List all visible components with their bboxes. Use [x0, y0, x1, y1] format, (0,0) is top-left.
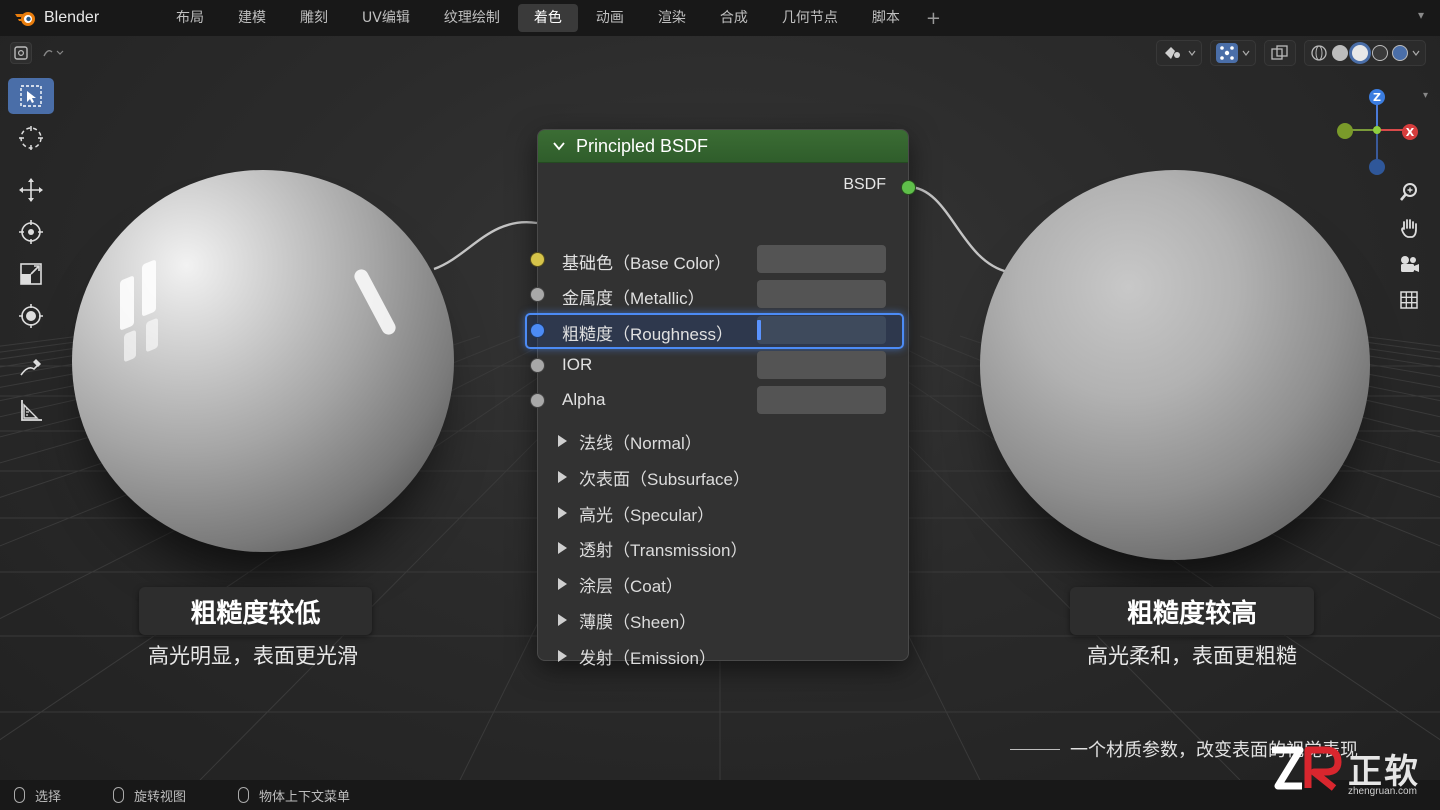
input-label: 金属度（Metallic） [562, 289, 705, 308]
input-socket[interactable] [530, 358, 545, 373]
input-label: Alpha [562, 390, 606, 409]
watermark-url: zhengruan.com [1348, 786, 1417, 797]
tagline-dash [1010, 748, 1060, 750]
input-value-field[interactable] [757, 316, 886, 344]
workspace-tab[interactable]: 布局 [160, 4, 220, 32]
panel-label: 涂层（Coat） [579, 576, 683, 596]
text-cursor [757, 320, 761, 340]
principled-bsdf-node[interactable]: Principled BSDF BSDF 基础色（Base Color） 金属度（… [525, 129, 916, 668]
workspace-tab[interactable]: 建模 [222, 4, 282, 32]
top-bar: Blender 布局 建模 雕刻 UV编辑 纹理绘制 着色 动画 渲染 合成 几何节点 脚本 + ▾ [0, 0, 1440, 36]
collapse-chevron-icon[interactable] [552, 141, 566, 151]
mouse-right-icon [238, 787, 250, 803]
caption-high-roughness: 粗糙度较高 [1070, 587, 1314, 635]
workspace-tab[interactable]: UV编辑 [346, 4, 426, 32]
output-bsdf-label: BSDF [843, 176, 886, 193]
input-value-field[interactable] [757, 280, 886, 308]
node-input-row[interactable]: 基础色（Base Color） [530, 245, 910, 275]
mouse-left-icon [14, 787, 25, 803]
workspace-tab[interactable]: 渲染 [642, 4, 702, 32]
input-socket[interactable] [530, 393, 545, 408]
expand-triangle-icon [558, 471, 567, 483]
rough-sphere[interactable] [980, 170, 1370, 560]
mouse-middle-icon [113, 787, 125, 803]
add-workspace-button[interactable]: + [918, 8, 949, 29]
caption-low-roughness: 粗糙度较低 [139, 587, 372, 635]
panel-label: 透射（Transmission） [579, 540, 748, 560]
output-bsdf-socket[interactable] [901, 180, 916, 195]
input-label: IOR [562, 355, 593, 374]
node-panel-toggle[interactable]: 透射（Transmission） [558, 534, 747, 562]
status-rotate-view: 旋转视图 [113, 786, 186, 805]
expand-triangle-icon [558, 542, 567, 554]
blender-logo-icon [15, 12, 35, 26]
panel-label: 次表面（Subsurface） [579, 469, 750, 489]
panel-label: 高光（Specular） [579, 505, 715, 525]
window-reflection [120, 275, 134, 331]
panel-label: 薄膜（Sheen） [579, 612, 697, 632]
app-name: Blender [44, 9, 100, 26]
watermark-logo: 正软 zhengruan.com [1268, 742, 1438, 804]
node-panel-toggle[interactable]: 涂层（Coat） [558, 570, 683, 598]
node-input-row[interactable]: IOR [530, 351, 910, 381]
panel-label: 法线（Normal） [579, 433, 702, 453]
node-input-row[interactable]: Alpha [530, 386, 910, 416]
status-bar: 选择 旋转视图 物体上下文菜单 [0, 780, 1440, 810]
zr-logo-icon [1272, 746, 1342, 791]
workspace-tab[interactable]: 动画 [580, 4, 640, 32]
node-panel-toggle[interactable]: 法线（Normal） [558, 427, 702, 455]
chevron-down-icon[interactable]: ▾ [1418, 8, 1424, 22]
expand-triangle-icon [558, 435, 567, 447]
window-reflection [142, 259, 156, 317]
highlight-reflection [351, 266, 399, 338]
node-panel-toggle[interactable]: 次表面（Subsurface） [558, 463, 750, 491]
status-context-menu: 物体上下文菜单 [238, 786, 350, 805]
status-select: 选择 [14, 786, 61, 805]
workspace-tab[interactable]: 合成 [704, 4, 764, 32]
input-value-field[interactable] [757, 245, 886, 273]
expand-triangle-icon [558, 614, 567, 626]
input-socket[interactable] [530, 323, 545, 338]
window-reflection [146, 317, 158, 353]
expand-triangle-icon [558, 507, 567, 519]
workspace-tab[interactable]: 雕刻 [284, 4, 344, 32]
expand-triangle-icon [558, 578, 567, 590]
app-brand[interactable]: Blender [0, 8, 160, 28]
node-title: Principled BSDF [576, 135, 709, 156]
node-panel-toggle[interactable]: 薄膜（Sheen） [558, 606, 696, 634]
node-input-row[interactable]: 金属度（Metallic） [530, 280, 910, 310]
workspace-tabs: 布局 建模 雕刻 UV编辑 纹理绘制 着色 动画 渲染 合成 几何节点 脚本 [160, 0, 918, 36]
panel-label: 发射（Emission） [579, 648, 716, 668]
caption-high-roughness-subtitle: 高光柔和，表面更粗糙 [1087, 644, 1297, 668]
window-reflection [124, 329, 136, 363]
workspace-tab[interactable]: 着色 [517, 4, 578, 32]
workspace-tab[interactable]: 纹理绘制 [428, 4, 516, 32]
workspace-tab[interactable]: 几何节点 [766, 4, 854, 32]
caption-low-roughness-subtitle: 高光明显，表面更光滑 [148, 644, 358, 668]
input-socket[interactable] [530, 252, 545, 267]
expand-triangle-icon [558, 650, 567, 662]
input-socket[interactable] [530, 287, 545, 302]
node-input-row[interactable]: 粗糙度（Roughness） [530, 316, 910, 346]
node-panel-toggle[interactable]: 高光（Specular） [558, 499, 714, 527]
input-label: 基础色（Base Color） [562, 254, 732, 273]
input-label: 粗糙度（Roughness） [562, 325, 734, 344]
input-value-field[interactable] [757, 386, 886, 414]
glossy-sphere[interactable] [72, 170, 454, 552]
workspace-tab[interactable]: 脚本 [856, 4, 916, 32]
node-header[interactable]: Principled BSDF [538, 130, 908, 163]
input-value-field[interactable] [757, 351, 886, 379]
node-panel-toggle[interactable]: 发射（Emission） [558, 642, 716, 670]
3d-viewport[interactable]: Z X ▾ 粗糙度较低 高光明显，表面更光滑 粗糙度较高 高光柔和，表面更粗糙 … [0, 36, 1440, 780]
